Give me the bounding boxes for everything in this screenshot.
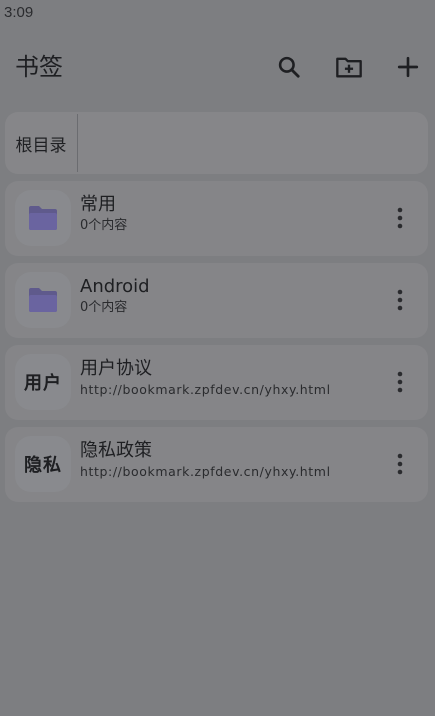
more-vert-icon bbox=[397, 371, 403, 393]
new-folder-icon bbox=[336, 57, 362, 78]
item-url: http://bookmark.zpfdev.cn/yhxy.html bbox=[80, 382, 331, 397]
add-icon bbox=[397, 56, 419, 78]
thumbnail-text: 隐私 bbox=[24, 455, 62, 476]
page-title: 书签 bbox=[15, 53, 63, 81]
more-button[interactable] bbox=[386, 286, 414, 314]
item-subtitle: 0个内容 bbox=[80, 300, 128, 315]
search-button[interactable] bbox=[272, 50, 306, 84]
item-thumbnail: 用户 bbox=[15, 354, 71, 410]
item-thumbnail bbox=[15, 190, 71, 246]
breadcrumb-root[interactable]: 根目录 bbox=[5, 112, 77, 174]
thumbnail-text: 用户 bbox=[24, 373, 62, 394]
folder-icon bbox=[29, 288, 57, 312]
more-vert-icon bbox=[397, 207, 403, 229]
app-bar: 书签 bbox=[0, 44, 435, 90]
status-bar-time: 3:09 bbox=[4, 4, 34, 21]
more-vert-icon bbox=[397, 289, 403, 311]
list-item-folder[interactable]: 常用 0个内容 bbox=[5, 181, 428, 256]
new-folder-button[interactable] bbox=[332, 50, 366, 84]
item-title: Android bbox=[80, 276, 150, 297]
list-item-folder[interactable]: Android 0个内容 bbox=[5, 263, 428, 338]
item-title: 用户协议 bbox=[80, 358, 152, 379]
item-url: http://bookmark.zpfdev.cn/yhxy.html bbox=[80, 464, 331, 479]
item-subtitle: 0个内容 bbox=[80, 218, 128, 233]
bookmark-list: 常用 0个内容 Android 0个内容 用户 用户协议 http://book… bbox=[5, 181, 428, 509]
folder-icon bbox=[29, 206, 57, 230]
list-item-bookmark[interactable]: 隐私 隐私政策 http://bookmark.zpfdev.cn/yhxy.h… bbox=[5, 427, 428, 502]
add-button[interactable] bbox=[391, 50, 425, 84]
more-button[interactable] bbox=[386, 450, 414, 478]
breadcrumb-divider bbox=[77, 114, 78, 172]
item-thumbnail: 隐私 bbox=[15, 436, 71, 492]
more-button[interactable] bbox=[386, 368, 414, 396]
more-vert-icon bbox=[397, 453, 403, 475]
item-thumbnail bbox=[15, 272, 71, 328]
list-item-bookmark[interactable]: 用户 用户协议 http://bookmark.zpfdev.cn/yhxy.h… bbox=[5, 345, 428, 420]
breadcrumb: 根目录 bbox=[5, 112, 428, 174]
item-title: 常用 bbox=[80, 194, 116, 215]
search-icon bbox=[278, 56, 300, 78]
more-button[interactable] bbox=[386, 204, 414, 232]
item-title: 隐私政策 bbox=[80, 440, 152, 461]
